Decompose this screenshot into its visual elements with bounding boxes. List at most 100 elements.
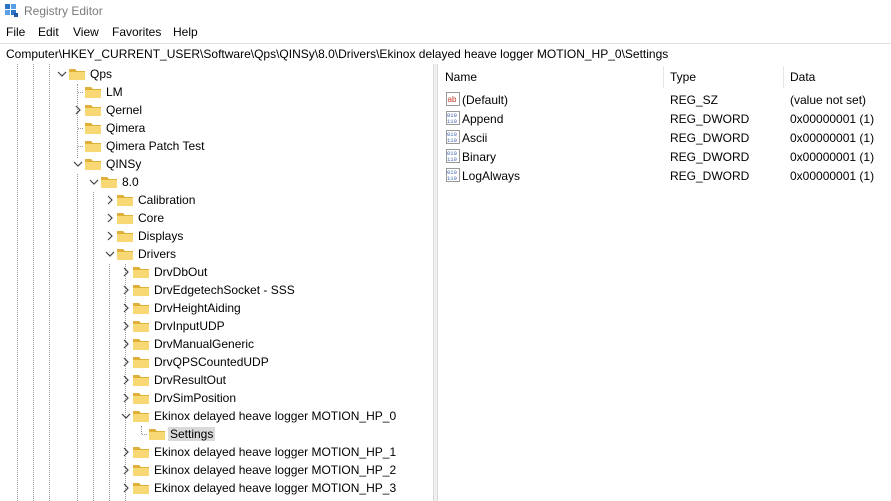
chevron-right-icon[interactable] — [121, 266, 131, 278]
binary-value-icon: 010110 — [446, 149, 460, 163]
tree-node[interactable]: Displays — [0, 227, 433, 245]
value-name: LogAlways — [462, 169, 521, 183]
chevron-down-icon[interactable] — [57, 68, 67, 80]
tree-node[interactable]: DrvDbOut — [0, 263, 433, 281]
chevron-right-icon[interactable] — [121, 446, 131, 458]
column-header-name[interactable]: Name — [438, 64, 663, 88]
value-row[interactable]: 010 110 Ascii REG_DWORD 0x00000001 (1) — [438, 128, 891, 147]
address-path[interactable]: Computer\HKEY_CURRENT_USER\Software\Qps\… — [6, 47, 668, 61]
folder-icon — [133, 465, 149, 476]
value-row[interactable]: 010 110 Append REG_DWORD 0x00000001 (1) — [438, 109, 891, 128]
tree-node-label: Settings — [168, 427, 216, 441]
string-value-icon: ab — [446, 92, 460, 106]
chevron-right-icon[interactable] — [121, 338, 131, 350]
value-type: REG_DWORD — [670, 150, 750, 164]
chevron-right-icon[interactable] — [105, 194, 115, 206]
menu-help[interactable]: Help — [173, 25, 198, 39]
tree-node[interactable]: Settings — [0, 425, 433, 443]
values-list[interactable]: Name Type Data ab (Default) REG_SZ (value n… — [438, 64, 891, 501]
value-type: REG_DWORD — [670, 131, 750, 145]
folder-icon — [133, 375, 149, 386]
value-row[interactable]: 010 110 Binary REG_DWORD 0x00000001 (1) — [438, 147, 891, 166]
folder-icon — [117, 249, 133, 260]
chevron-right-icon[interactable] — [121, 464, 131, 476]
column-header-data[interactable]: Data — [783, 64, 891, 88]
chevron-down-icon[interactable] — [121, 410, 131, 422]
chevron-right-icon[interactable] — [121, 320, 131, 332]
tree-node-label: Ekinox delayed heave logger MOTION_HP_1 — [154, 445, 397, 459]
chevron-right-icon[interactable] — [105, 230, 115, 242]
folder-icon — [117, 195, 133, 206]
binary-value-icon: 010110 — [446, 168, 460, 182]
menu-favorites[interactable]: Favorites — [112, 25, 161, 39]
tree-node[interactable]: DrvSimPosition — [0, 389, 433, 407]
value-row[interactable]: 010 110 LogAlways REG_DWORD 0x00000001 (1) — [438, 166, 891, 185]
tree-node-label: Drivers — [138, 247, 176, 261]
folder-icon — [85, 123, 101, 134]
tree-node[interactable]: Ekinox delayed heave logger MOTION_HP_1 — [0, 443, 433, 461]
value-name: Ascii — [462, 131, 488, 145]
column-data-label: Data — [790, 70, 816, 84]
chevron-down-icon[interactable] — [105, 248, 115, 260]
address-bar[interactable]: Computer\HKEY_CURRENT_USER\Software\Qps\… — [0, 43, 891, 65]
tree-node-label: DrvHeightAiding — [154, 301, 241, 315]
svg-text:110: 110 — [447, 137, 457, 144]
tree-node[interactable]: LM — [0, 83, 433, 101]
menu-view[interactable]: View — [73, 25, 99, 39]
svg-text:110: 110 — [447, 175, 457, 182]
tree-node[interactable]: Drivers — [0, 245, 433, 263]
value-type: REG_DWORD — [670, 112, 750, 126]
chevron-right-icon[interactable] — [121, 284, 131, 296]
tree-node[interactable]: Core — [0, 209, 433, 227]
tree-node[interactable]: DrvEdgetechSocket - SSS — [0, 281, 433, 299]
folder-icon — [133, 321, 149, 332]
chevron-right-icon[interactable] — [121, 302, 131, 314]
chevron-down-icon[interactable] — [73, 158, 83, 170]
tree-node[interactable]: Ekinox delayed heave logger MOTION_HP_0 — [0, 407, 433, 425]
tree-node[interactable]: DrvResultOut — [0, 371, 433, 389]
tree-node[interactable]: Qps — [0, 65, 433, 83]
value-row[interactable]: ab (Default) REG_SZ (value not set) — [438, 90, 891, 109]
folder-icon — [85, 159, 101, 170]
tree-node[interactable]: Qimera Patch Test — [0, 137, 433, 155]
tree-node[interactable]: Qernel — [0, 101, 433, 119]
registry-editor-icon — [5, 4, 18, 17]
tree-node[interactable]: Ekinox delayed heave logger MOTION_HP_2 — [0, 461, 433, 479]
menu-edit[interactable]: Edit — [38, 25, 59, 39]
chevron-right-icon[interactable] — [105, 212, 115, 224]
chevron-right-icon[interactable] — [121, 482, 131, 494]
tree-node[interactable]: DrvManualGeneric — [0, 335, 433, 353]
tree-node-label: DrvResultOut — [154, 373, 227, 387]
tree-node[interactable]: DrvQPSCountedUDP — [0, 353, 433, 371]
chevron-right-icon[interactable] — [73, 104, 83, 116]
tree-node[interactable]: Qimera — [0, 119, 433, 137]
tree-node-label: Ekinox delayed heave logger MOTION_HP_3 — [154, 481, 397, 495]
tree-node[interactable]: Calibration — [0, 191, 433, 209]
tree-node[interactable]: DrvInputUDP — [0, 317, 433, 335]
tree-node-label: DrvQPSCountedUDP — [154, 355, 269, 369]
tree-node[interactable]: QINSy — [0, 155, 433, 173]
folder-icon — [133, 339, 149, 350]
chevron-right-icon[interactable] — [121, 356, 131, 368]
tree-node-label: LM — [106, 85, 123, 99]
tree-node-label: Qimera — [106, 121, 146, 135]
menu-file[interactable]: File — [6, 25, 25, 39]
column-header-type[interactable]: Type — [663, 64, 783, 88]
tree-node[interactable]: 8.0 — [0, 173, 433, 191]
key-tree-pane[interactable]: Qps LM Qernel Qimera Qimera Patch Test QINSy 8… — [0, 64, 433, 501]
column-name-label: Name — [445, 70, 478, 84]
folder-icon — [69, 69, 85, 80]
folder-icon — [133, 411, 149, 422]
tree-node-label: Ekinox delayed heave logger MOTION_HP_0 — [154, 409, 397, 423]
value-name: Binary — [462, 150, 497, 164]
column-type-label: Type — [670, 70, 697, 84]
chevron-right-icon[interactable] — [121, 374, 131, 386]
tree-node[interactable]: Ekinox delayed heave logger MOTION_HP_3 — [0, 479, 433, 497]
tree-node[interactable]: DrvHeightAiding — [0, 299, 433, 317]
value-type: REG_SZ — [670, 93, 719, 107]
folder-icon — [133, 357, 149, 368]
folder-icon — [133, 285, 149, 296]
chevron-right-icon[interactable] — [121, 392, 131, 404]
tree-node-label: DrvInputUDP — [154, 319, 225, 333]
chevron-down-icon[interactable] — [89, 176, 99, 188]
